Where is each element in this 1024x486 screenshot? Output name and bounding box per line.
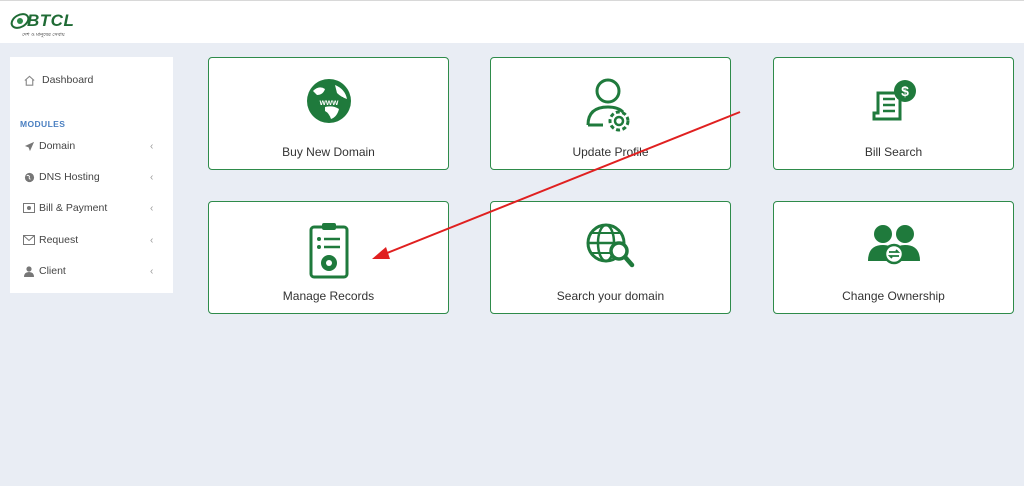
card-label: Search your domain bbox=[556, 289, 665, 303]
sidebar-item-dns-hosting[interactable]: DNS Hosting ‹ bbox=[10, 165, 173, 189]
sidebar-item-bill-payment[interactable]: Bill & Payment ‹ bbox=[10, 196, 173, 220]
card-bill-search[interactable]: $ Bill Search bbox=[773, 57, 1014, 170]
bill-dollar-icon: $ bbox=[868, 77, 920, 139]
www-globe-icon: www bbox=[303, 77, 355, 139]
globe-search-icon bbox=[585, 221, 637, 283]
top-header: BTCL দেশ ও মানুষের সেবায় bbox=[0, 0, 1024, 43]
sidebar-item-domain[interactable]: Domain ‹ bbox=[10, 134, 173, 158]
sidebar-item-label: DNS Hosting bbox=[39, 171, 100, 183]
sidebar-item-label: Bill & Payment bbox=[39, 202, 108, 214]
card-buy-new-domain[interactable]: www Buy New Domain bbox=[208, 57, 449, 170]
svg-text:www: www bbox=[318, 98, 338, 107]
sidebar-item-label: Client bbox=[39, 265, 66, 277]
sidebar-item-label: Domain bbox=[39, 140, 76, 152]
user-gear-icon bbox=[585, 77, 637, 139]
sidebar-item-label: Request bbox=[39, 234, 79, 246]
btcl-logo[interactable]: BTCL দেশ ও মানুষের সেবায় bbox=[9, 8, 79, 42]
sidebar-item-label: Dashboard bbox=[42, 74, 94, 86]
sidebar: Dashboard MODULES Domain ‹ DNS Hosting ‹… bbox=[10, 57, 173, 293]
modules-section-label: MODULES bbox=[20, 119, 66, 129]
svg-text:$: $ bbox=[901, 83, 909, 99]
card-label: Update Profile bbox=[572, 145, 649, 159]
bill-icon bbox=[22, 201, 36, 215]
sidebar-item-request[interactable]: Request ‹ bbox=[10, 228, 173, 252]
card-label: Buy New Domain bbox=[282, 145, 375, 159]
user-icon bbox=[22, 264, 36, 278]
card-label: Bill Search bbox=[864, 145, 923, 159]
chevron-left-icon: ‹ bbox=[150, 234, 154, 246]
users-exchange-icon bbox=[867, 221, 920, 283]
home-icon bbox=[22, 73, 36, 87]
sidebar-item-client[interactable]: Client ‹ bbox=[10, 259, 173, 283]
chevron-left-icon: ‹ bbox=[150, 265, 154, 277]
envelope-icon bbox=[22, 233, 36, 247]
logo-text: BTCL bbox=[27, 11, 75, 30]
card-manage-records[interactable]: Manage Records bbox=[208, 201, 449, 314]
sidebar-item-dashboard[interactable]: Dashboard bbox=[10, 68, 173, 92]
chevron-left-icon: ‹ bbox=[150, 140, 154, 152]
card-label: Manage Records bbox=[282, 289, 375, 303]
card-search-your-domain[interactable]: Search your domain bbox=[490, 201, 731, 314]
clipboard-gear-icon bbox=[303, 221, 355, 283]
chevron-left-icon: ‹ bbox=[150, 202, 154, 214]
logo-tagline: দেশ ও মানুষের সেবায় bbox=[22, 32, 65, 38]
chevron-left-icon: ‹ bbox=[150, 171, 154, 183]
card-update-profile[interactable]: Update Profile bbox=[490, 57, 731, 170]
card-change-ownership[interactable]: Change Ownership bbox=[773, 201, 1014, 314]
card-label: Change Ownership bbox=[842, 289, 945, 303]
globe-icon bbox=[22, 170, 36, 184]
paper-plane-icon bbox=[22, 139, 36, 153]
